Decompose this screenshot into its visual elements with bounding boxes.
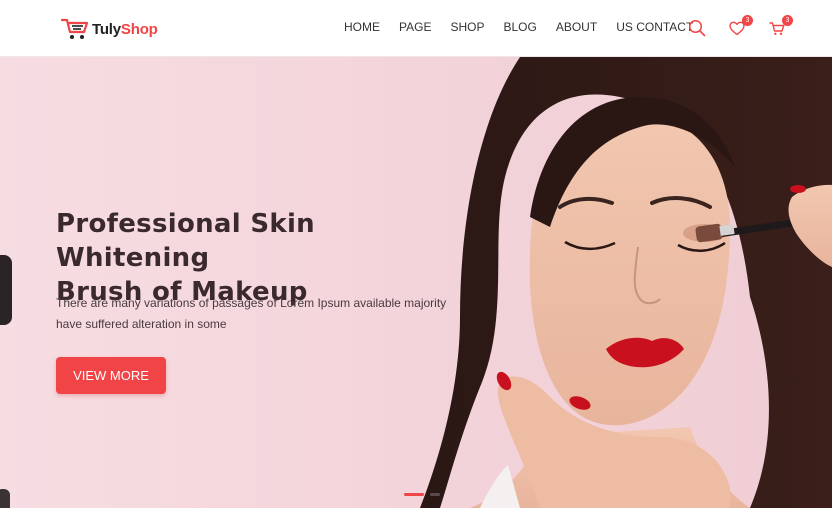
slider-pagination (404, 493, 446, 496)
site-header: TulyShop HOME PAGE SHOP BLOG ABOUT US CO… (0, 0, 832, 57)
wishlist-button[interactable]: 3 (726, 15, 753, 39)
logo[interactable]: TulyShop (60, 16, 158, 42)
logo-text-part1: Tuly (92, 20, 121, 38)
nav-item-shop[interactable]: SHOP (450, 20, 484, 34)
hero-title-line1: Professional Skin Whitening (56, 209, 315, 273)
search-icon (688, 19, 706, 37)
hero-slider: Professional Skin Whitening Brush of Mak… (0, 57, 832, 508)
wishlist-count-badge: 3 (742, 15, 753, 26)
logo-text-part2: Shop (120, 20, 158, 38)
nav-item-page[interactable]: PAGE (399, 20, 431, 34)
hero-model-image (420, 57, 832, 508)
slider-dot-2[interactable] (430, 493, 440, 496)
cart-logo-icon (60, 18, 89, 39)
cart-button[interactable]: 3 (766, 15, 793, 39)
nav-item-blog[interactable]: BLOG (503, 20, 536, 34)
nav-item-about[interactable]: ABOUT (556, 20, 597, 34)
cart-count-badge: 3 (782, 15, 793, 26)
logo-text: TulyShop (92, 21, 158, 38)
nav-item-home[interactable]: HOME (344, 20, 380, 34)
view-more-button[interactable]: VIEW MORE (56, 357, 166, 394)
hero-description: There are many variations of passages of… (56, 296, 447, 331)
makeup-brush-decoration-bottom (0, 489, 10, 508)
slider-dot-1[interactable] (404, 493, 424, 496)
search-button[interactable] (686, 17, 708, 39)
makeup-brush-decoration (0, 255, 12, 325)
nav-item-contact[interactable]: US CONTACT (616, 20, 693, 34)
main-nav: HOME PAGE SHOP BLOG ABOUT US CONTACT (344, 20, 693, 34)
